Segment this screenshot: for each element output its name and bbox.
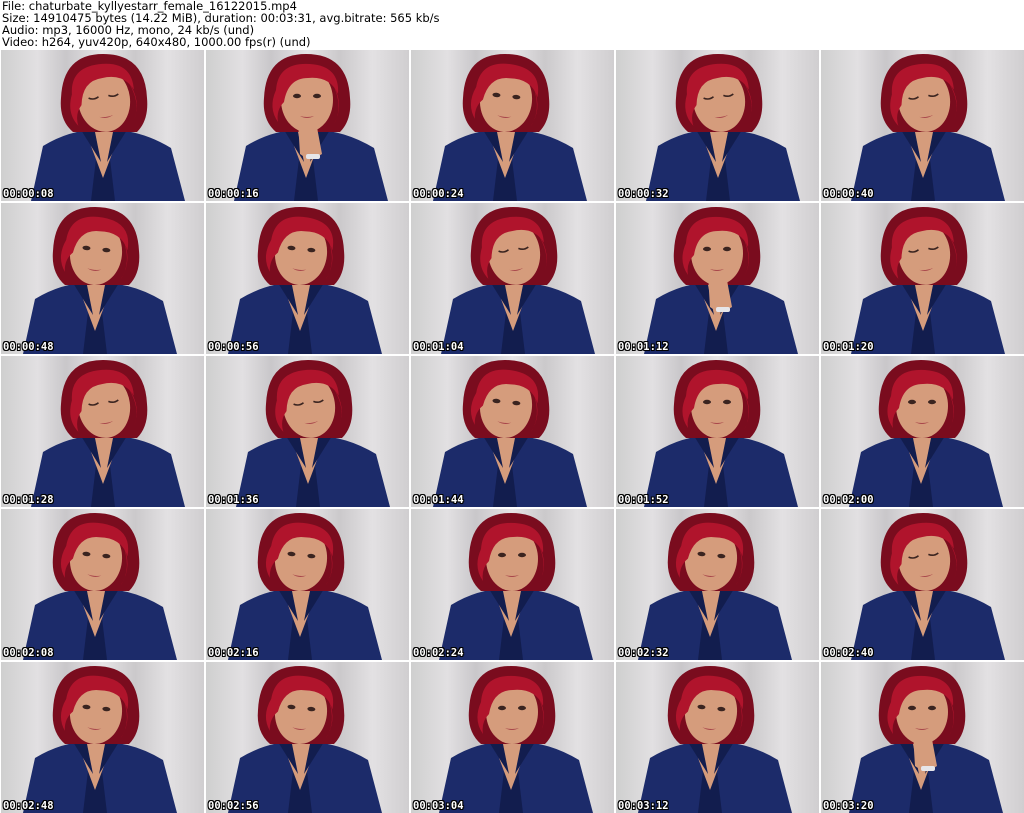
thumbnail-frame-image bbox=[439, 666, 593, 813]
video-thumbnail[interactable]: 00:02:32 bbox=[616, 509, 819, 660]
video-thumbnail[interactable]: 00:01:04 bbox=[411, 203, 614, 354]
thumbnail-timestamp: 00:00:24 bbox=[413, 188, 464, 200]
video-thumbnail[interactable]: 00:01:20 bbox=[821, 203, 1024, 354]
video-thumbnail[interactable]: 00:01:36 bbox=[206, 356, 409, 507]
thumbnail-timestamp: 00:01:44 bbox=[413, 494, 464, 506]
thumbnail-timestamp: 00:03:12 bbox=[618, 800, 669, 812]
video-thumbnail[interactable]: 00:02:16 bbox=[206, 509, 409, 660]
video-thumbnail[interactable]: 00:02:24 bbox=[411, 509, 614, 660]
thumbnail-timestamp: 00:02:00 bbox=[823, 494, 874, 506]
video-info-text: Video: h264, yuv420p, 640x480, 1000.00 f… bbox=[2, 35, 311, 49]
video-thumbnail[interactable]: 00:00:56 bbox=[206, 203, 409, 354]
thumbnail-grid: 00:00:08 00:00:16 00:00:24 00:00:32 00:00:40… bbox=[0, 50, 1024, 813]
thumbnail-frame-image bbox=[23, 207, 177, 354]
video-thumbnail[interactable]: 00:00:40 bbox=[821, 50, 1024, 201]
video-thumbnail[interactable]: 00:03:12 bbox=[616, 662, 819, 813]
thumbnail-frame-image bbox=[433, 360, 587, 507]
thumbnail-timestamp: 00:01:52 bbox=[618, 494, 669, 506]
thumbnail-timestamp: 00:02:08 bbox=[3, 647, 54, 659]
thumbnail-frame-image bbox=[23, 513, 177, 660]
thumbnail-timestamp: 00:00:32 bbox=[618, 188, 669, 200]
thumbnail-timestamp: 00:00:16 bbox=[208, 188, 259, 200]
video-thumbnail[interactable]: 00:02:48 bbox=[1, 662, 204, 813]
video-thumbnail[interactable]: 00:03:20 bbox=[821, 662, 1024, 813]
thumbnail-frame-image bbox=[646, 54, 800, 201]
thumbnail-timestamp: 00:00:40 bbox=[823, 188, 874, 200]
thumbnail-timestamp: 00:01:12 bbox=[618, 341, 669, 353]
video-thumbnail[interactable]: 00:00:08 bbox=[1, 50, 204, 201]
thumbnail-frame-image bbox=[228, 207, 382, 354]
thumbnail-frame-image bbox=[23, 666, 177, 813]
thumbnail-frame-image bbox=[439, 513, 593, 660]
thumbnail-timestamp: 00:02:32 bbox=[618, 647, 669, 659]
thumbnail-timestamp: 00:01:04 bbox=[413, 341, 464, 353]
thumbnail-timestamp: 00:01:28 bbox=[3, 494, 54, 506]
video-thumbnail[interactable]: 00:01:12 bbox=[616, 203, 819, 354]
video-thumbnail[interactable]: 00:02:40 bbox=[821, 509, 1024, 660]
thumbnail-frame-image bbox=[644, 207, 798, 354]
thumbnail-timestamp: 00:00:08 bbox=[3, 188, 54, 200]
thumbnail-frame-image bbox=[849, 666, 1003, 813]
thumbnail-frame-image bbox=[31, 54, 185, 201]
video-thumbnail[interactable]: 00:00:32 bbox=[616, 50, 819, 201]
video-thumbnail[interactable]: 00:01:52 bbox=[616, 356, 819, 507]
thumbnail-timestamp: 00:02:40 bbox=[823, 647, 874, 659]
video-thumbnail[interactable]: 00:02:56 bbox=[206, 662, 409, 813]
thumbnail-timestamp: 00:00:56 bbox=[208, 341, 259, 353]
thumbnail-timestamp: 00:02:56 bbox=[208, 800, 259, 812]
thumbnail-frame-image bbox=[441, 207, 595, 354]
thumbnail-frame-image bbox=[234, 54, 388, 201]
thumbnail-frame-image bbox=[851, 54, 1005, 201]
thumbnail-timestamp: 00:02:48 bbox=[3, 800, 54, 812]
video-thumbnail[interactable]: 00:01:44 bbox=[411, 356, 614, 507]
thumbnail-frame-image bbox=[849, 360, 1003, 507]
thumbnail-frame-image bbox=[31, 360, 185, 507]
video-thumbnail[interactable]: 00:00:24 bbox=[411, 50, 614, 201]
file-info-header: File: chaturbate_kyllyestarr_female_1612… bbox=[0, 0, 1024, 50]
video-thumbnail[interactable]: 00:00:16 bbox=[206, 50, 409, 201]
video-thumbnail[interactable]: 00:03:04 bbox=[411, 662, 614, 813]
thumbnail-frame-image bbox=[638, 513, 792, 660]
thumbnail-timestamp: 00:03:04 bbox=[413, 800, 464, 812]
thumbnail-frame-image bbox=[228, 513, 382, 660]
thumbnail-timestamp: 00:01:36 bbox=[208, 494, 259, 506]
video-thumbnail[interactable]: 00:02:00 bbox=[821, 356, 1024, 507]
thumbnail-frame-image bbox=[638, 666, 792, 813]
thumbnail-frame-image bbox=[236, 360, 390, 507]
thumbnail-frame-image bbox=[433, 54, 587, 201]
thumbnail-timestamp: 00:00:48 bbox=[3, 341, 54, 353]
thumbnail-frame-image bbox=[851, 513, 1005, 660]
thumbnail-timestamp: 00:02:24 bbox=[413, 647, 464, 659]
video-thumbnail[interactable]: 00:01:28 bbox=[1, 356, 204, 507]
video-thumbnail[interactable]: 00:02:08 bbox=[1, 509, 204, 660]
thumbnail-timestamp: 00:01:20 bbox=[823, 341, 874, 353]
video-thumbnail[interactable]: 00:00:48 bbox=[1, 203, 204, 354]
thumbnail-frame-image bbox=[851, 207, 1005, 354]
thumbnail-frame-image bbox=[644, 360, 798, 507]
thumbnail-frame-image bbox=[228, 666, 382, 813]
thumbnail-timestamp: 00:02:16 bbox=[208, 647, 259, 659]
thumbnail-timestamp: 00:03:20 bbox=[823, 800, 874, 812]
